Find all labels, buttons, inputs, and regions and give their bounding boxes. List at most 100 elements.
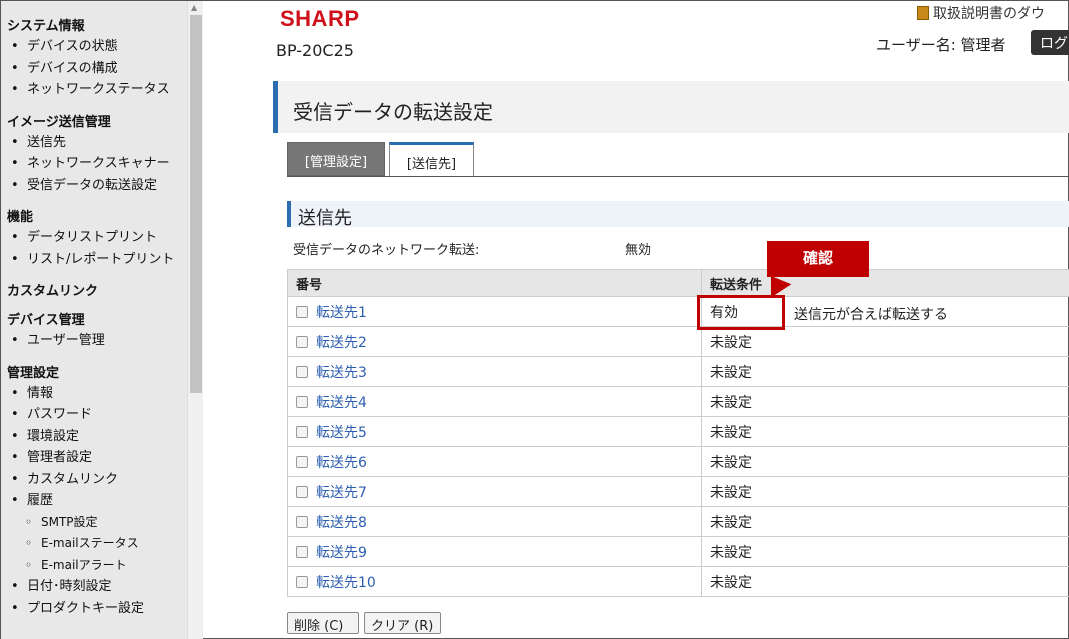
page-title: 受信データの転送設定 (293, 100, 493, 124)
network-transfer-label: 受信データのネットワーク転送: (293, 243, 480, 258)
sidebar-section-device-mgmt[interactable]: デバイス管理 (7, 309, 187, 328)
sidebar-item-device-config[interactable]: デバイスの構成 (7, 58, 187, 80)
table-row: 転送先8 未設定 (287, 506, 1069, 537)
sidebar-item-network-scanner[interactable]: ネットワークスキャナー (7, 153, 187, 175)
sidebar-item-history[interactable]: 履歴 (7, 490, 187, 512)
condition-status: 未設定 (710, 394, 752, 411)
cell-condition: 未設定 (701, 476, 1069, 507)
table-row: 転送先9 未設定 (287, 536, 1069, 567)
sidebar-section-system-info[interactable]: システム情報 (7, 15, 187, 34)
row-checkbox[interactable] (296, 515, 308, 528)
condition-status: 未設定 (710, 484, 752, 501)
cell-condition: 未設定 (701, 416, 1069, 447)
sidebar-item-info[interactable]: 情報 (7, 383, 187, 405)
tab-destination[interactable]: [送信先] (389, 142, 474, 177)
destination-link[interactable]: 転送先1 (316, 305, 367, 321)
tab-admin-settings[interactable]: [管理設定] (287, 142, 385, 176)
sidebar-item-user-mgmt[interactable]: ユーザー管理 (7, 330, 187, 352)
tab-divider (287, 176, 1069, 177)
clear-button[interactable]: クリア (R) (364, 612, 441, 634)
table-row: 転送先7 未設定 (287, 476, 1069, 507)
logout-button[interactable]: ログ (1031, 30, 1069, 55)
sidebar-item-password[interactable]: パスワード (7, 404, 187, 426)
sidebar-item-destinations[interactable]: 送信先 (7, 132, 187, 154)
sidebar-section-custom-link[interactable]: カスタムリンク (7, 280, 187, 299)
destination-table: 番号 転送条件 転送先1 有効 送信元が合えば転送する 転送先2 未設定 転送先3 未設定転… (287, 269, 1069, 597)
sidebar-item-network-status[interactable]: ネットワークステータス (7, 79, 187, 101)
condition-status: 未設定 (710, 334, 752, 351)
cell-destination: 転送先8 (287, 506, 702, 537)
model-name: BP-20C25 (276, 41, 354, 60)
section-header-bar (287, 201, 1069, 227)
sidebar-section-functions[interactable]: 機能 (7, 206, 187, 225)
cell-destination: 転送先5 (287, 416, 702, 447)
cell-condition: 未設定 (701, 386, 1069, 417)
row-checkbox[interactable] (296, 395, 308, 408)
sidebar-item-admin-config[interactable]: 管理者設定 (7, 447, 187, 469)
sidebar-section-image-send[interactable]: イメージ送信管理 (7, 111, 187, 130)
table-row: 転送先10 未設定 (287, 566, 1069, 597)
destination-link[interactable]: 転送先7 (316, 485, 367, 501)
row-checkbox[interactable] (296, 425, 308, 438)
row-checkbox[interactable] (296, 305, 308, 318)
sidebar-subitem-email-status[interactable]: E-mailステータス (7, 533, 187, 555)
cell-condition: 未設定 (701, 446, 1069, 477)
sidebar-section-admin-settings[interactable]: 管理設定 (7, 362, 187, 381)
destination-link[interactable]: 転送先3 (316, 365, 367, 381)
cell-destination: 転送先1 (287, 296, 702, 327)
manual-icon (917, 6, 929, 20)
row-checkbox[interactable] (296, 485, 308, 498)
column-header-number: 番号 (287, 269, 702, 297)
sidebar-item-product-key[interactable]: プロダクトキー設定 (7, 598, 187, 620)
cell-destination: 転送先10 (287, 566, 702, 597)
row-checkbox[interactable] (296, 335, 308, 348)
cell-condition: 未設定 (701, 566, 1069, 597)
network-transfer-value: 無効 (625, 243, 652, 258)
manual-download-link[interactable]: 取扱説明書のダウ (917, 3, 1045, 23)
table-row: 転送先2 未設定 (287, 326, 1069, 357)
sidebar-item-device-status[interactable]: デバイスの状態 (7, 36, 187, 58)
destination-link[interactable]: 転送先6 (316, 455, 367, 471)
annotation-highlight-box (697, 295, 785, 330)
sidebar-subitem-smtp[interactable]: SMTP設定 (7, 512, 187, 534)
condition-status: 未設定 (710, 364, 752, 381)
cell-destination: 転送先9 (287, 536, 702, 567)
condition-status: 未設定 (710, 454, 752, 471)
destination-link[interactable]: 転送先2 (316, 335, 367, 351)
destination-link[interactable]: 転送先5 (316, 425, 367, 441)
sidebar-scrollbar[interactable]: ▲ (187, 1, 203, 639)
brand-logo: SHARP (280, 6, 360, 31)
cell-destination: 転送先4 (287, 386, 702, 417)
table-row: 転送先6 未設定 (287, 446, 1069, 477)
scrollbar-thumb[interactable] (190, 15, 202, 393)
table-row: 転送先5 未設定 (287, 416, 1069, 447)
cell-condition: 未設定 (701, 356, 1069, 387)
cell-condition: 未設定 (701, 536, 1069, 567)
manual-link-label: 取扱説明書のダウ (933, 6, 1045, 22)
section-title: 送信先 (298, 208, 352, 229)
condition-status: 未設定 (710, 574, 752, 591)
row-checkbox[interactable] (296, 545, 308, 558)
destination-link[interactable]: 転送先4 (316, 395, 367, 411)
table-row: 転送先1 有効 送信元が合えば転送する (287, 296, 1069, 327)
sidebar-item-data-list-print[interactable]: データリストプリント (7, 227, 187, 249)
destination-link[interactable]: 転送先8 (316, 515, 367, 531)
column-header-condition: 転送条件 (701, 269, 1069, 297)
sidebar-item-report-print[interactable]: リスト/レポートプリント (7, 249, 187, 271)
sidebar-subitem-email-alert[interactable]: E-mailアラート (7, 555, 187, 577)
condition-status: 未設定 (710, 424, 752, 441)
row-checkbox[interactable] (296, 455, 308, 468)
destination-link[interactable]: 転送先10 (316, 575, 376, 591)
delete-button[interactable]: 削除 (C) (287, 612, 359, 634)
destination-link[interactable]: 転送先9 (316, 545, 367, 561)
row-checkbox[interactable] (296, 575, 308, 588)
scroll-up-icon[interactable]: ▲ (191, 3, 197, 12)
sidebar-item-custom-link[interactable]: カスタムリンク (7, 469, 187, 491)
row-checkbox[interactable] (296, 365, 308, 378)
table-header-row: 番号 転送条件 (287, 269, 1069, 297)
cell-destination: 転送先3 (287, 356, 702, 387)
sidebar-item-inbound-forwarding[interactable]: 受信データの転送設定 (7, 175, 187, 197)
sidebar-item-environment[interactable]: 環境設定 (7, 426, 187, 448)
cell-destination: 転送先7 (287, 476, 702, 507)
sidebar-item-datetime[interactable]: 日付･時刻設定 (7, 576, 187, 598)
